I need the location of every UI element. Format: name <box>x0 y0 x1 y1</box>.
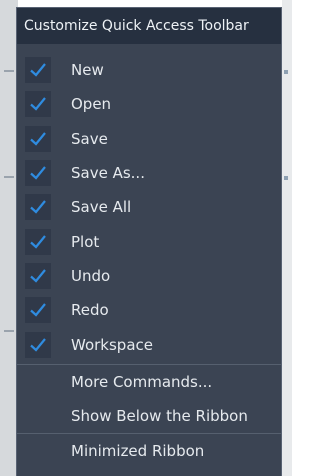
menu-item-save[interactable]: Save <box>17 122 281 156</box>
check-icon <box>30 234 46 249</box>
menu-item-undo[interactable]: Undo <box>17 259 281 293</box>
checkbox-column <box>17 156 63 190</box>
menu-item-label: New <box>71 61 104 80</box>
menu-item-open[interactable]: Open <box>17 87 281 121</box>
background-mark <box>284 176 288 180</box>
menu-item-plot[interactable]: Plot <box>17 224 281 258</box>
check-icon <box>30 303 46 317</box>
menu-item-label: Plot <box>71 232 100 251</box>
checkbox-column <box>17 122 63 156</box>
checkbox-column <box>17 293 63 327</box>
menu-title: Customize Quick Access Toolbar <box>17 8 281 44</box>
check-icon <box>30 166 46 180</box>
menu-item-label: Undo <box>71 266 111 285</box>
checkbox-column <box>17 259 63 293</box>
menu-item-label: Save <box>71 129 108 148</box>
background-strip <box>4 330 14 332</box>
background-strip <box>4 70 14 72</box>
menu-item-label: Redo <box>71 301 109 320</box>
menu-item-label: Open <box>71 95 112 114</box>
menu-item-label: Save All <box>71 198 132 217</box>
check-icon <box>30 97 46 112</box>
check-icon <box>30 269 46 283</box>
show-below-ribbon-item[interactable]: Show Below the Ribbon <box>17 399 281 433</box>
checkbox-column <box>17 224 63 258</box>
checkbox-column <box>17 87 63 121</box>
menu-item-new[interactable]: New <box>17 53 281 87</box>
more-commands-item[interactable]: More Commands... <box>17 365 281 399</box>
customize-quick-access-toolbar-menu: Customize Quick Access Toolbar New Open … <box>16 7 282 476</box>
menu-item-redo[interactable]: Redo <box>17 293 281 327</box>
menu-item-save-all[interactable]: Save All <box>17 190 281 224</box>
check-icon <box>30 337 46 352</box>
menu-item-workspace[interactable]: Workspace <box>17 327 281 361</box>
toolbar-command-list: New Open Save Save As... Save All Plot U… <box>17 44 281 364</box>
check-icon <box>30 200 46 214</box>
checkbox-column <box>17 327 63 361</box>
background-mark <box>284 70 288 74</box>
check-icon <box>30 132 46 146</box>
checkbox-column <box>17 190 63 224</box>
menu-item-label: Workspace <box>71 335 153 354</box>
menu-item-label: Save As... <box>71 164 145 183</box>
check-icon <box>30 63 46 77</box>
background-panel-right <box>282 0 292 476</box>
menu-item-save-as[interactable]: Save As... <box>17 156 281 190</box>
checkbox-column <box>17 53 63 87</box>
background-strip <box>4 176 14 178</box>
minimized-ribbon-item[interactable]: Minimized Ribbon <box>17 434 281 468</box>
